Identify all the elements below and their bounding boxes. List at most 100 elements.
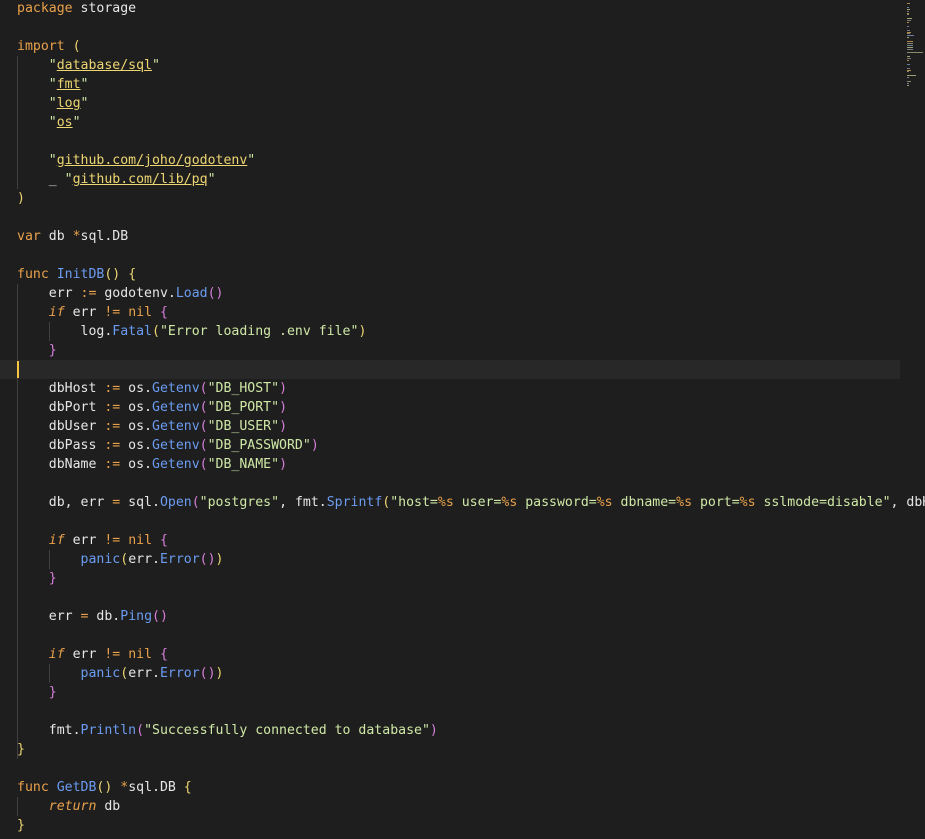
code-line[interactable]: dbPort := os.Getenv("DB_PORT") — [17, 398, 900, 417]
code-line[interactable]: dbPass := os.Getenv("DB_PASSWORD") — [17, 436, 900, 455]
code-line[interactable]: func GetDB() *sql.DB { — [17, 778, 900, 797]
code-line[interactable]: if err != nil { — [17, 531, 900, 550]
code-token: Ping — [120, 609, 153, 624]
code-line[interactable]: _ "github.com/lib/pq" — [17, 170, 900, 189]
code-token: os. — [120, 419, 152, 434]
code-line[interactable]: panic(err.Error()) — [17, 664, 900, 683]
code-token: sql. — [120, 495, 160, 510]
code-line[interactable] — [17, 588, 900, 607]
code-token: %s — [739, 495, 756, 510]
code-line[interactable] — [17, 759, 900, 778]
code-line[interactable]: "log" — [17, 94, 900, 113]
code-token: { — [159, 305, 168, 320]
indent-guide — [17, 322, 18, 341]
code-line[interactable] — [17, 208, 900, 227]
code-token: sql.DB — [80, 229, 129, 244]
code-token: " — [80, 96, 89, 111]
code-line[interactable]: "database/sql" — [17, 56, 900, 75]
code-line[interactable]: panic(err.Error()) — [17, 550, 900, 569]
code-token: ( — [120, 552, 129, 567]
code-line[interactable] — [17, 512, 900, 531]
code-token: := — [104, 419, 121, 434]
code-line[interactable] — [17, 132, 900, 151]
code-token: ( — [199, 400, 208, 415]
minimap-line — [907, 44, 913, 46]
code-token: GetDB — [56, 780, 97, 795]
indent-guide — [48, 550, 50, 569]
code-token: log — [56, 96, 81, 111]
code-line[interactable] — [17, 246, 900, 265]
code-line[interactable]: if err != nil { — [17, 303, 900, 322]
code-line[interactable]: dbHost := os.Getenv("DB_HOST") — [17, 379, 900, 398]
code-token: != — [104, 305, 121, 320]
code-line[interactable]: return db — [17, 797, 900, 816]
code-line[interactable]: import ( — [17, 37, 900, 56]
code-line[interactable]: db, err = sql.Open("postgres", fmt.Sprin… — [17, 493, 925, 512]
code-line[interactable]: dbUser := os.Getenv("DB_USER") — [17, 417, 900, 436]
minimap[interactable] — [905, 0, 925, 90]
minimap-line — [907, 69, 912, 71]
code-line[interactable]: "fmt" — [17, 75, 900, 94]
code-line[interactable]: if err != nil { — [17, 645, 900, 664]
code-line[interactable]: } — [17, 816, 900, 835]
code-token: Getenv — [152, 400, 200, 415]
code-line[interactable]: fmt.Println("Successfully connected to d… — [17, 721, 900, 740]
indent-guide — [48, 664, 50, 683]
code-token: " — [152, 58, 160, 73]
code-line[interactable]: } — [17, 341, 900, 360]
code-line[interactable]: ) — [17, 189, 900, 208]
code-token: port= — [692, 495, 740, 510]
code-token: Getenv — [152, 457, 200, 472]
code-token: ) — [279, 381, 288, 396]
code-line[interactable]: var db *sql.DB — [17, 227, 900, 246]
code-line[interactable]: dbName := os.Getenv("DB_NAME") — [17, 455, 900, 474]
code-token: ) — [215, 552, 224, 567]
code-token: "postgres" — [199, 495, 280, 510]
code-line[interactable]: } — [17, 569, 900, 588]
code-line[interactable]: "github.com/joho/godotenv" — [17, 151, 900, 170]
code-line[interactable]: log.Fatal("Error loading .env file") — [17, 322, 900, 341]
code-token: } — [17, 742, 25, 757]
code-line[interactable]: } — [17, 740, 900, 759]
code-line[interactable]: } — [17, 683, 900, 702]
code-line[interactable] — [0, 360, 900, 379]
minimap-line — [907, 20, 912, 22]
code-line[interactable]: func InitDB() { — [17, 265, 900, 284]
code-token: dbPass — [17, 438, 105, 453]
code-token: dbname= — [612, 495, 677, 510]
code-line[interactable] — [17, 18, 900, 37]
code-line[interactable]: err = db.Ping() — [17, 607, 900, 626]
code-line[interactable]: err := godotenv.Load() — [17, 284, 900, 303]
code-token: _ — [17, 172, 65, 187]
code-area[interactable]: package storage import ( "database/sql" "… — [0, 0, 925, 835]
minimap-line — [907, 82, 910, 84]
code-token: "host= — [390, 495, 438, 510]
code-token: panic — [80, 666, 121, 681]
code-token: ) — [279, 457, 288, 472]
code-line[interactable] — [17, 474, 900, 493]
code-token: ) — [310, 438, 319, 453]
code-token: ( — [199, 381, 208, 396]
code-token: () — [207, 286, 224, 301]
code-token: dbHost — [17, 381, 105, 396]
code-line[interactable] — [17, 702, 900, 721]
code-line[interactable] — [17, 626, 900, 645]
code-line[interactable]: package storage — [17, 0, 900, 18]
code-token: } — [48, 685, 57, 700]
code-token: ( — [199, 457, 208, 472]
code-token: nil — [128, 533, 153, 548]
code-token: } — [48, 571, 57, 586]
code-line[interactable]: "os" — [17, 113, 900, 132]
code-token: Load — [175, 286, 208, 301]
code-token: { — [159, 647, 168, 662]
code-editor[interactable]: package storage import ( "database/sql" "… — [0, 0, 925, 839]
code-token: github.com/lib/pq — [72, 172, 208, 187]
code-token: () — [96, 780, 113, 795]
code-token: %s — [437, 495, 454, 510]
minimap-line — [907, 71, 909, 73]
minimap-line — [907, 18, 912, 20]
